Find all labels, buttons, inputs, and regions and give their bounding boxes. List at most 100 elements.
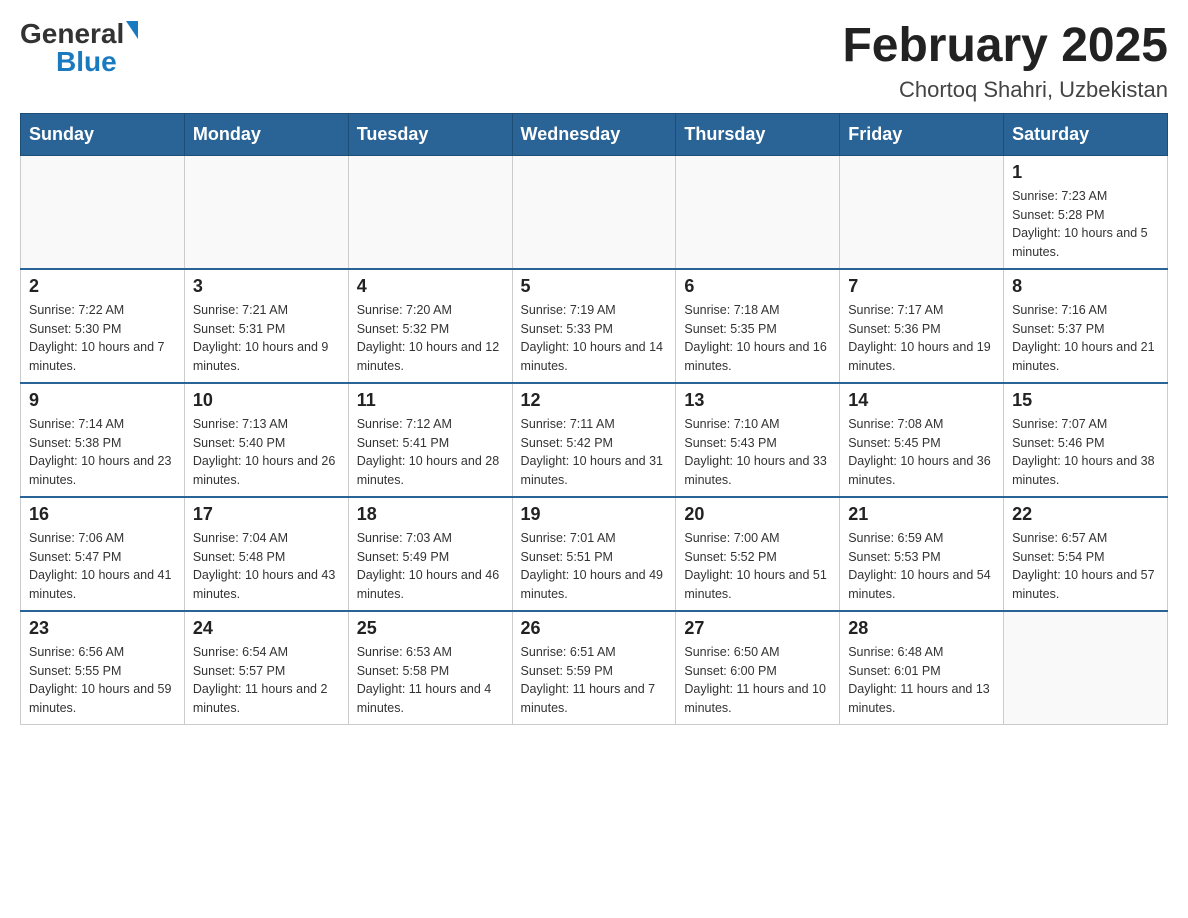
- day-number: 13: [684, 390, 831, 411]
- day-number: 10: [193, 390, 340, 411]
- day-number: 14: [848, 390, 995, 411]
- calendar-day-cell: 1 Sunrise: 7:23 AMSunset: 5:28 PMDaylight…: [1004, 155, 1168, 269]
- calendar-day-cell: 17 Sunrise: 7:04 AMSunset: 5:48 PMDayligh…: [184, 497, 348, 611]
- day-sun-info: Sunrise: 7:13 AMSunset: 5:40 PMDaylight:…: [193, 415, 340, 490]
- day-sun-info: Sunrise: 7:01 AMSunset: 5:51 PMDaylight:…: [521, 529, 668, 604]
- day-sun-info: Sunrise: 7:10 AMSunset: 5:43 PMDaylight:…: [684, 415, 831, 490]
- day-sun-info: Sunrise: 7:14 AMSunset: 5:38 PMDaylight:…: [29, 415, 176, 490]
- calendar-table: SundayMondayTuesdayWednesdayThursdayFrid…: [20, 113, 1168, 725]
- calendar-day-cell: 26 Sunrise: 6:51 AMSunset: 5:59 PMDayligh…: [512, 611, 676, 725]
- day-sun-info: Sunrise: 6:59 AMSunset: 5:53 PMDaylight:…: [848, 529, 995, 604]
- day-sun-info: Sunrise: 7:12 AMSunset: 5:41 PMDaylight:…: [357, 415, 504, 490]
- calendar-day-cell: 8 Sunrise: 7:16 AMSunset: 5:37 PMDaylight…: [1004, 269, 1168, 383]
- day-number: 19: [521, 504, 668, 525]
- calendar-day-cell: 6 Sunrise: 7:18 AMSunset: 5:35 PMDaylight…: [676, 269, 840, 383]
- calendar-day-cell: 27 Sunrise: 6:50 AMSunset: 6:00 PMDayligh…: [676, 611, 840, 725]
- day-sun-info: Sunrise: 7:08 AMSunset: 5:45 PMDaylight:…: [848, 415, 995, 490]
- day-number: 1: [1012, 162, 1159, 183]
- weekday-header-sunday: Sunday: [21, 113, 185, 155]
- weekday-header-monday: Monday: [184, 113, 348, 155]
- calendar-day-cell: 14 Sunrise: 7:08 AMSunset: 5:45 PMDayligh…: [840, 383, 1004, 497]
- day-number: 28: [848, 618, 995, 639]
- calendar-day-cell: [21, 155, 185, 269]
- calendar-day-cell: 3 Sunrise: 7:21 AMSunset: 5:31 PMDaylight…: [184, 269, 348, 383]
- day-sun-info: Sunrise: 6:48 AMSunset: 6:01 PMDaylight:…: [848, 643, 995, 718]
- day-sun-info: Sunrise: 6:51 AMSunset: 5:59 PMDaylight:…: [521, 643, 668, 718]
- calendar-day-cell: 16 Sunrise: 7:06 AMSunset: 5:47 PMDayligh…: [21, 497, 185, 611]
- day-sun-info: Sunrise: 7:19 AMSunset: 5:33 PMDaylight:…: [521, 301, 668, 376]
- day-number: 27: [684, 618, 831, 639]
- day-number: 9: [29, 390, 176, 411]
- calendar-week-row: 23 Sunrise: 6:56 AMSunset: 5:55 PMDayligh…: [21, 611, 1168, 725]
- calendar-day-cell: 20Sunrise: 7:00 AMSunset: 5:52 PMDayligh…: [676, 497, 840, 611]
- weekday-header-tuesday: Tuesday: [348, 113, 512, 155]
- day-number: 11: [357, 390, 504, 411]
- page-header: General Blue February 2025 Chortoq Shahr…: [20, 20, 1168, 103]
- day-sun-info: Sunrise: 7:16 AMSunset: 5:37 PMDaylight:…: [1012, 301, 1159, 376]
- day-number: 4: [357, 276, 504, 297]
- day-number: 17: [193, 504, 340, 525]
- calendar-day-cell: 22Sunrise: 6:57 AMSunset: 5:54 PMDayligh…: [1004, 497, 1168, 611]
- day-number: 5: [521, 276, 668, 297]
- day-sun-info: Sunrise: 7:23 AMSunset: 5:28 PMDaylight:…: [1012, 187, 1159, 262]
- calendar-day-cell: 18Sunrise: 7:03 AMSunset: 5:49 PMDayligh…: [348, 497, 512, 611]
- day-number: 7: [848, 276, 995, 297]
- day-sun-info: Sunrise: 7:07 AMSunset: 5:46 PMDaylight:…: [1012, 415, 1159, 490]
- day-number: 23: [29, 618, 176, 639]
- day-sun-info: Sunrise: 7:11 AMSunset: 5:42 PMDaylight:…: [521, 415, 668, 490]
- day-sun-info: Sunrise: 7:22 AMSunset: 5:30 PMDaylight:…: [29, 301, 176, 376]
- calendar-day-cell: 4 Sunrise: 7:20 AMSunset: 5:32 PMDaylight…: [348, 269, 512, 383]
- calendar-day-cell: 9 Sunrise: 7:14 AMSunset: 5:38 PMDaylight…: [21, 383, 185, 497]
- day-sun-info: Sunrise: 6:53 AMSunset: 5:58 PMDaylight:…: [357, 643, 504, 718]
- calendar-day-cell: [840, 155, 1004, 269]
- calendar-day-cell: 15 Sunrise: 7:07 AMSunset: 5:46 PMDayligh…: [1004, 383, 1168, 497]
- logo: General Blue: [20, 20, 138, 76]
- calendar-day-cell: 13 Sunrise: 7:10 AMSunset: 5:43 PMDayligh…: [676, 383, 840, 497]
- day-number: 3: [193, 276, 340, 297]
- calendar-day-cell: [348, 155, 512, 269]
- calendar-day-cell: 10 Sunrise: 7:13 AMSunset: 5:40 PMDayligh…: [184, 383, 348, 497]
- day-sun-info: Sunrise: 7:06 AMSunset: 5:47 PMDaylight:…: [29, 529, 176, 604]
- day-sun-info: Sunrise: 7:04 AMSunset: 5:48 PMDaylight:…: [193, 529, 340, 604]
- calendar-day-cell: 25Sunrise: 6:53 AMSunset: 5:58 PMDayligh…: [348, 611, 512, 725]
- day-sun-info: Sunrise: 7:17 AMSunset: 5:36 PMDaylight:…: [848, 301, 995, 376]
- weekday-header-wednesday: Wednesday: [512, 113, 676, 155]
- calendar-day-cell: 12Sunrise: 7:11 AMSunset: 5:42 PMDayligh…: [512, 383, 676, 497]
- calendar-week-row: 1 Sunrise: 7:23 AMSunset: 5:28 PMDaylight…: [21, 155, 1168, 269]
- weekday-header-saturday: Saturday: [1004, 113, 1168, 155]
- day-sun-info: Sunrise: 6:56 AMSunset: 5:55 PMDaylight:…: [29, 643, 176, 718]
- calendar-day-cell: 28 Sunrise: 6:48 AMSunset: 6:01 PMDayligh…: [840, 611, 1004, 725]
- day-number: 15: [1012, 390, 1159, 411]
- calendar-day-cell: 19 Sunrise: 7:01 AMSunset: 5:51 PMDayligh…: [512, 497, 676, 611]
- calendar-day-cell: 2Sunrise: 7:22 AMSunset: 5:30 PMDaylight…: [21, 269, 185, 383]
- calendar-week-row: 16 Sunrise: 7:06 AMSunset: 5:47 PMDayligh…: [21, 497, 1168, 611]
- calendar-day-cell: 11 Sunrise: 7:12 AMSunset: 5:41 PMDayligh…: [348, 383, 512, 497]
- weekday-header-row: SundayMondayTuesdayWednesdayThursdayFrid…: [21, 113, 1168, 155]
- day-sun-info: Sunrise: 7:20 AMSunset: 5:32 PMDaylight:…: [357, 301, 504, 376]
- location-subtitle: Chortoq Shahri, Uzbekistan: [842, 77, 1168, 103]
- calendar-day-cell: [184, 155, 348, 269]
- logo-blue-text: Blue: [56, 48, 117, 76]
- day-sun-info: Sunrise: 6:57 AMSunset: 5:54 PMDaylight:…: [1012, 529, 1159, 604]
- title-block: February 2025 Chortoq Shahri, Uzbekistan: [842, 20, 1168, 103]
- calendar-day-cell: [1004, 611, 1168, 725]
- day-number: 8: [1012, 276, 1159, 297]
- weekday-header-friday: Friday: [840, 113, 1004, 155]
- day-number: 16: [29, 504, 176, 525]
- day-number: 21: [848, 504, 995, 525]
- day-number: 24: [193, 618, 340, 639]
- day-number: 18: [357, 504, 504, 525]
- day-sun-info: Sunrise: 6:50 AMSunset: 6:00 PMDaylight:…: [684, 643, 831, 718]
- calendar-day-cell: [512, 155, 676, 269]
- day-sun-info: Sunrise: 6:54 AMSunset: 5:57 PMDaylight:…: [193, 643, 340, 718]
- calendar-day-cell: 24 Sunrise: 6:54 AMSunset: 5:57 PMDayligh…: [184, 611, 348, 725]
- calendar-week-row: 9 Sunrise: 7:14 AMSunset: 5:38 PMDaylight…: [21, 383, 1168, 497]
- calendar-day-cell: 23 Sunrise: 6:56 AMSunset: 5:55 PMDayligh…: [21, 611, 185, 725]
- day-number: 6: [684, 276, 831, 297]
- day-sun-info: Sunrise: 7:18 AMSunset: 5:35 PMDaylight:…: [684, 301, 831, 376]
- calendar-day-cell: 7 Sunrise: 7:17 AMSunset: 5:36 PMDaylight…: [840, 269, 1004, 383]
- logo-triangle-icon: [126, 21, 138, 39]
- day-sun-info: Sunrise: 7:21 AMSunset: 5:31 PMDaylight:…: [193, 301, 340, 376]
- day-number: 26: [521, 618, 668, 639]
- logo-general-text: General: [20, 20, 124, 48]
